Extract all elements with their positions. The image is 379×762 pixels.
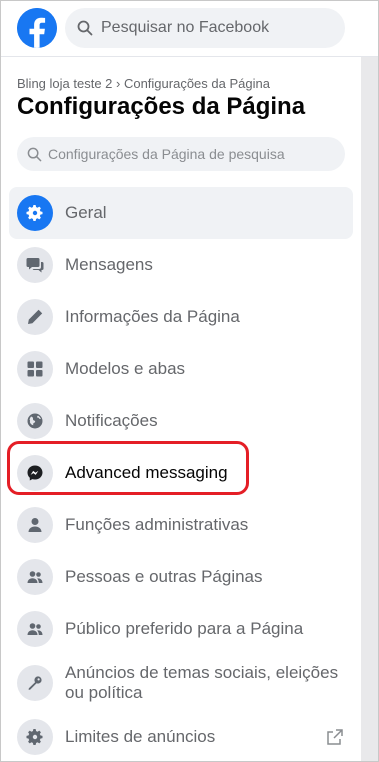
menu-label: Mensagens	[65, 255, 153, 274]
menu-item-advanced-messaging[interactable]: Advanced messaging	[7, 441, 353, 499]
search-icon	[77, 20, 93, 36]
gear-icon	[17, 719, 53, 755]
app-frame: Pesquisar no Facebook Bling loja teste 2…	[0, 0, 379, 762]
settings-search-input[interactable]: Configurações da Página de pesquisa	[17, 137, 345, 171]
menu-label: Funções administrativas	[65, 515, 249, 534]
menu-item-limites-de-anuncios[interactable]: Limites de anúncios	[9, 711, 353, 761]
menu-label: Modelos e abas	[65, 359, 186, 378]
messenger-icon	[17, 455, 53, 491]
menu-item-mensagens[interactable]: Mensagens	[9, 239, 353, 291]
menu-item-geral[interactable]: Geral	[9, 187, 353, 239]
globe-icon	[17, 403, 53, 439]
top-bar: Pesquisar no Facebook	[1, 1, 378, 57]
facebook-search-input[interactable]: Pesquisar no Facebook	[65, 8, 345, 48]
person-icon	[17, 507, 53, 543]
page-title: Configurações da Página	[17, 93, 306, 120]
pencil-icon	[17, 299, 53, 335]
menu-label: Informações da Página	[65, 307, 240, 326]
menu-label: Pessoas e outras Páginas	[65, 567, 263, 586]
sidebar-scrollbar[interactable]	[361, 57, 378, 761]
page-settings-sidebar: Bling loja teste 2 › Configurações da Pá…	[1, 57, 361, 761]
breadcrumb[interactable]: Bling loja teste 2 › Configurações da Pá…	[17, 76, 270, 91]
external-link-icon[interactable]	[325, 727, 345, 747]
people-icon	[17, 559, 53, 595]
menu-label: Anúncios de temas sociais, eleições ou p…	[65, 663, 339, 702]
menu-label: Geral	[65, 203, 107, 222]
menu-item-pessoas-e-outras-paginas[interactable]: Pessoas e outras Páginas	[9, 551, 353, 603]
menu-label: Notificações	[65, 411, 158, 430]
menu-item-publico-preferido[interactable]: Público preferido para a Página	[9, 603, 353, 655]
facebook-logo-icon[interactable]	[17, 8, 57, 48]
gear-icon	[17, 195, 53, 231]
grid-icon	[17, 351, 53, 387]
menu-item-notificacoes[interactable]: Notificações	[9, 395, 353, 447]
menu-label: Público preferido para a Página	[65, 619, 304, 638]
settings-menu: Geral Mensagens Informações da Página Mo…	[7, 187, 353, 761]
menu-item-informacoes-da-pagina[interactable]: Informações da Página	[9, 291, 353, 343]
people-icon	[17, 611, 53, 647]
menu-item-anuncios-temas-sociais[interactable]: Anúncios de temas sociais, eleições ou p…	[9, 655, 353, 711]
menu-item-funcoes-administrativas[interactable]: Funções administrativas	[9, 499, 353, 551]
chat-bubbles-icon	[17, 247, 53, 283]
search-icon	[27, 147, 42, 162]
key-icon	[17, 665, 53, 701]
settings-search-placeholder: Configurações da Página de pesquisa	[48, 146, 285, 162]
search-placeholder: Pesquisar no Facebook	[101, 19, 270, 36]
menu-item-modelos-e-abas[interactable]: Modelos e abas	[9, 343, 353, 395]
menu-label: Limites de anúncios	[65, 727, 216, 746]
menu-label: Advanced messaging	[65, 463, 228, 482]
